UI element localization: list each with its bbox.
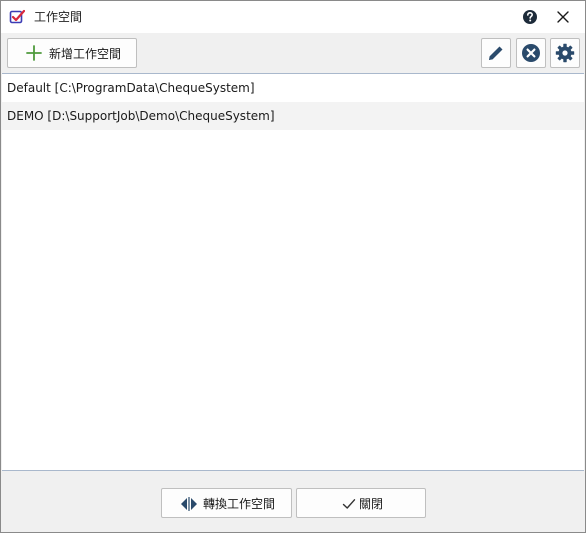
switch-workspace-label: 轉換工作空間: [203, 497, 276, 511]
list-item-label: Default [C:\ProgramData\ChequeSystem]: [7, 81, 255, 95]
close-x-icon[interactable]: [554, 8, 572, 26]
pencil-icon: [489, 46, 503, 60]
gear-icon: [555, 43, 575, 63]
list-item[interactable]: DEMO [D:\SupportJob\Demo\ChequeSystem]: [2, 102, 584, 130]
left-right-arrows-icon: [181, 497, 197, 511]
question-circle-icon[interactable]: [521, 8, 539, 26]
add-workspace-button[interactable]: 新增工作空間: [7, 38, 137, 68]
list-item[interactable]: Default [C:\ProgramData\ChequeSystem]: [2, 74, 584, 102]
footer: 轉換工作空間 關閉: [1, 472, 585, 532]
x-circle-icon: [522, 44, 540, 62]
workspace-dialog: 工作空間 新增工作空間 Default [C:\ProgramData\Cheq…: [0, 0, 586, 533]
checkmark-icon: [342, 499, 356, 509]
add-workspace-label: 新增工作空間: [49, 47, 122, 61]
plus-icon: [26, 45, 42, 61]
window-title: 工作空間: [34, 10, 83, 24]
close-button[interactable]: 關閉: [296, 488, 426, 518]
list-item-label: DEMO [D:\SupportJob\Demo\ChequeSystem]: [7, 109, 275, 123]
switch-workspace-button[interactable]: 轉換工作空間: [161, 488, 292, 518]
close-label: 關閉: [359, 497, 384, 511]
toolbar: 新增工作空間: [1, 33, 585, 73]
title-bar: 工作空間: [1, 1, 585, 33]
checklist-icon: [9, 9, 25, 24]
delete-workspace-button[interactable]: [516, 38, 546, 68]
edit-workspace-button[interactable]: [481, 38, 511, 68]
workspace-list[interactable]: Default [C:\ProgramData\ChequeSystem] DE…: [2, 73, 584, 471]
settings-button[interactable]: [550, 38, 580, 68]
